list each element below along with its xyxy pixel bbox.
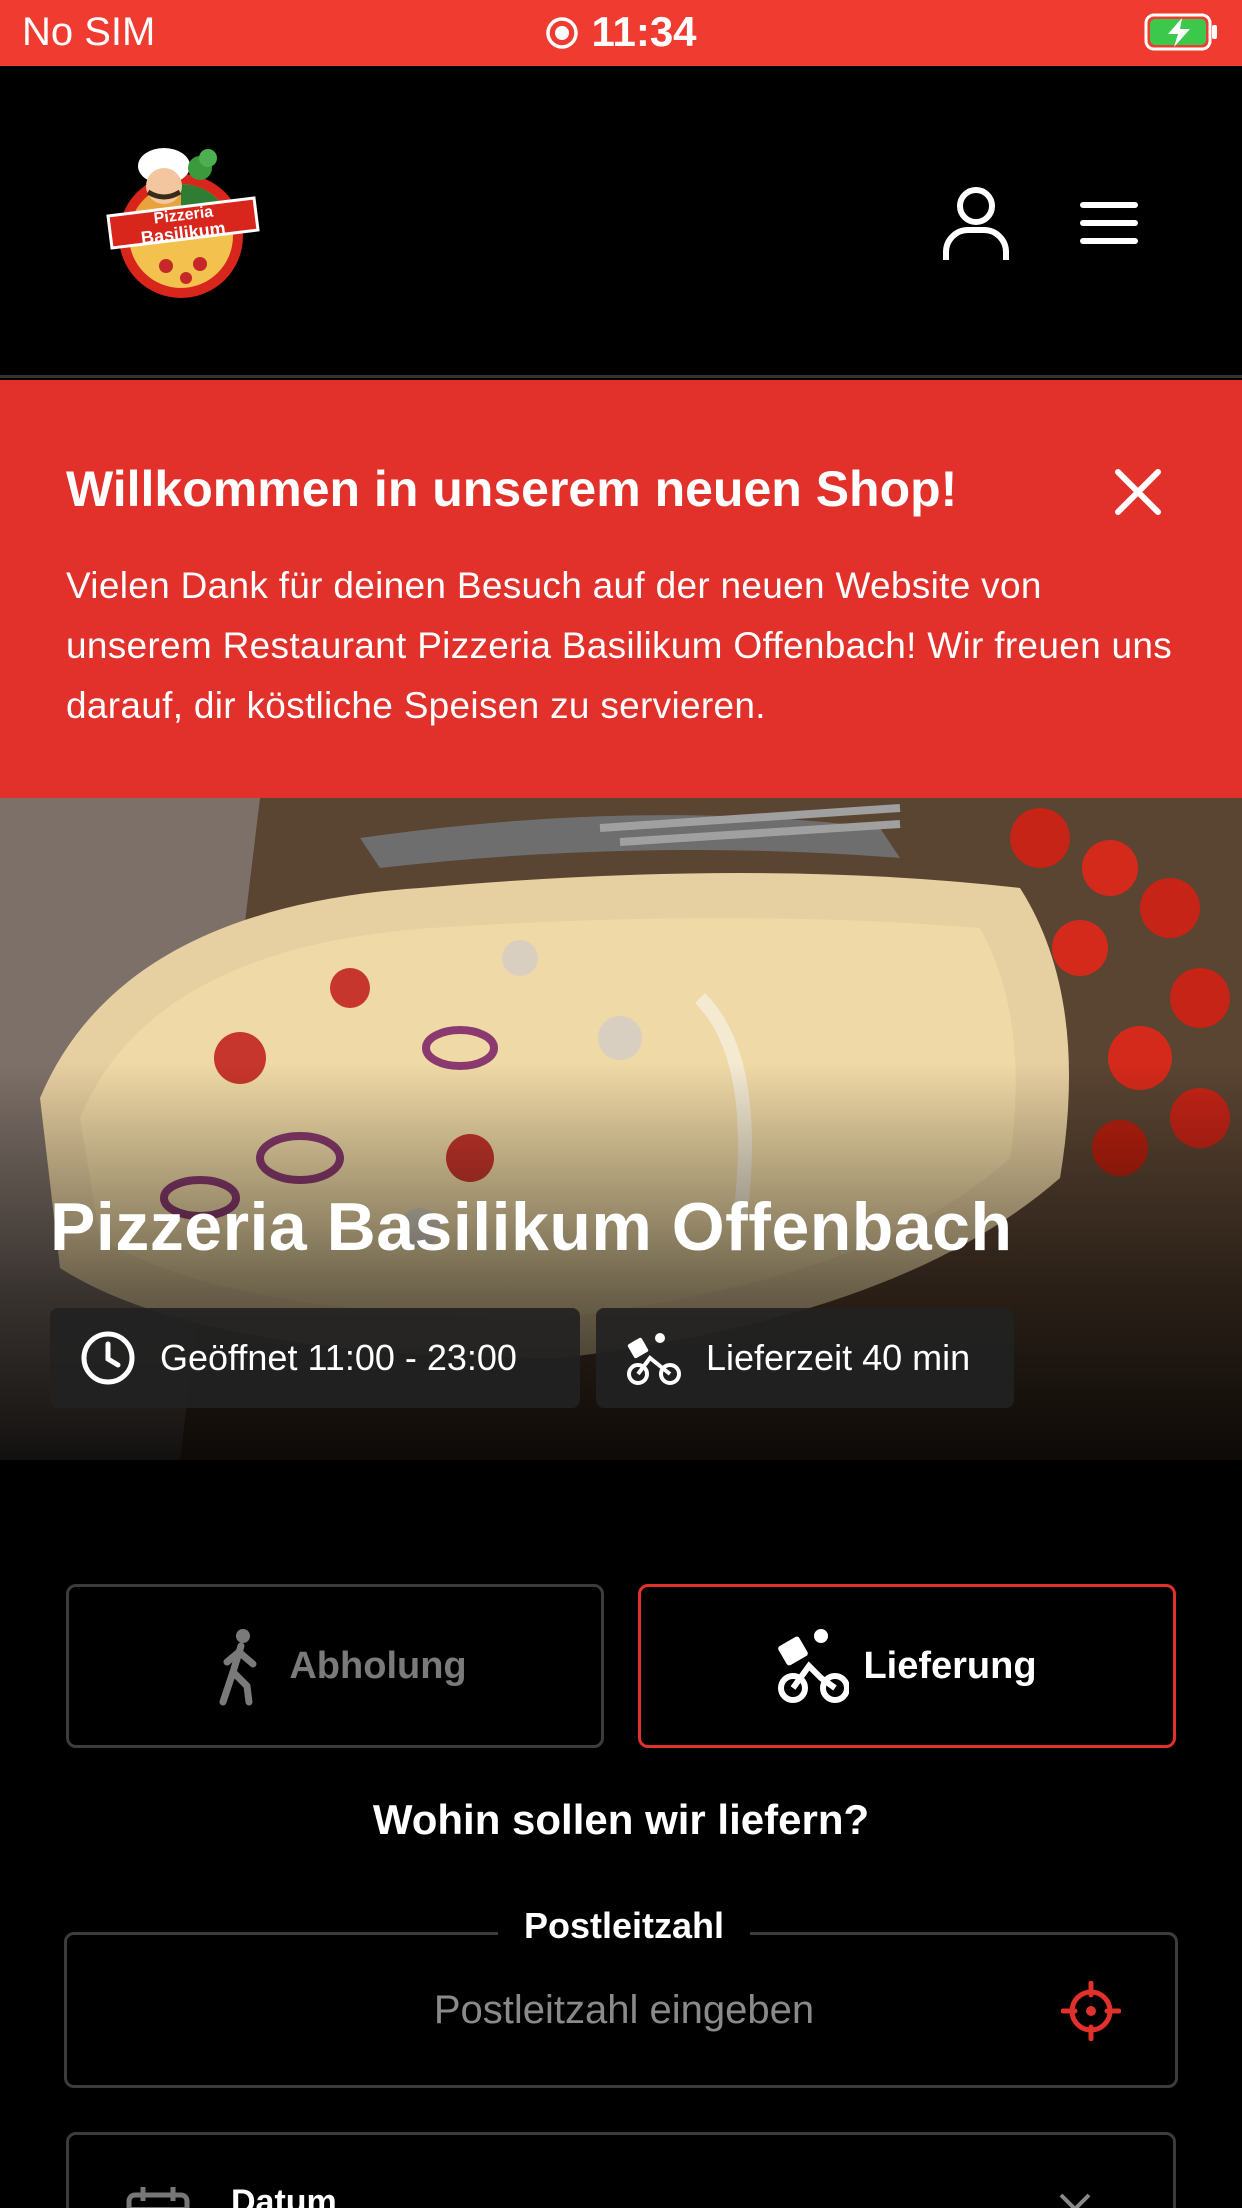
banner-text: Vielen Dank für deinen Besuch auf der ne… [66, 565, 1173, 726]
welcome-banner: Willkommen in unserem neuen Shop! Vielen… [0, 380, 1242, 798]
order-section: Abholung Lieferung Wohin sollen wir lief… [0, 1460, 1242, 2208]
walking-person-icon [219, 1629, 257, 1706]
zip-input[interactable] [67, 1975, 1181, 2045]
hero-image: Pizzeria Basilikum Offenbach Geöffnet 11… [0, 798, 1242, 1460]
hamburger-menu-icon[interactable] [1076, 196, 1140, 252]
restaurant-name: Pizzeria Basilikum Offenbach [50, 1189, 1013, 1265]
delivery-time-text: Lieferzeit 40 min [706, 1337, 971, 1378]
banner-title: Willkommen in unserem neuen Shop! [66, 461, 958, 517]
battery-charging-icon [1144, 13, 1217, 51]
date-label: Datum [231, 2183, 337, 2208]
locate-crosshair-icon[interactable] [1061, 1981, 1121, 2041]
zip-field: Postleitzahl [64, 1905, 1181, 2088]
delivery-time-badge: Lieferzeit 40 min [596, 1308, 1014, 1408]
calendar-icon [126, 2187, 190, 2208]
close-icon[interactable] [1110, 464, 1166, 520]
pizzeria-logo[interactable]: Pizzeria Basilikum [96, 136, 266, 306]
pickup-label: Abholung [289, 1644, 467, 1687]
pickup-button[interactable]: Abholung [66, 1584, 604, 1748]
delivery-label: Lieferung [863, 1644, 1037, 1687]
user-account-icon[interactable] [940, 186, 1012, 262]
delivery-bike-icon [627, 1333, 681, 1385]
status-time: 11:34 [591, 8, 697, 55]
date-selector[interactable]: Datum [66, 2132, 1176, 2208]
zip-legend: Postleitzahl [67, 1905, 1181, 1947]
delivery-button[interactable]: Lieferung [638, 1584, 1176, 1748]
opening-hours-badge: Geöffnet 11:00 - 23:00 [50, 1308, 580, 1408]
clock-icon [81, 1331, 135, 1385]
status-time-wrap: 11:34 [0, 8, 1242, 56]
screen-record-icon [546, 17, 579, 49]
zip-label: Postleitzahl [497, 1905, 751, 1947]
app-header: Pizzeria Basilikum [0, 66, 1242, 378]
opening-hours-text: Geöffnet 11:00 - 23:00 [160, 1337, 517, 1378]
delivery-question: Wohin sollen wir liefern? [372, 1796, 870, 1843]
chevron-down-icon [1059, 2193, 1091, 2208]
delivery-bike-icon [778, 1629, 850, 1703]
status-bar: No SIM 11:34 [0, 0, 1242, 66]
